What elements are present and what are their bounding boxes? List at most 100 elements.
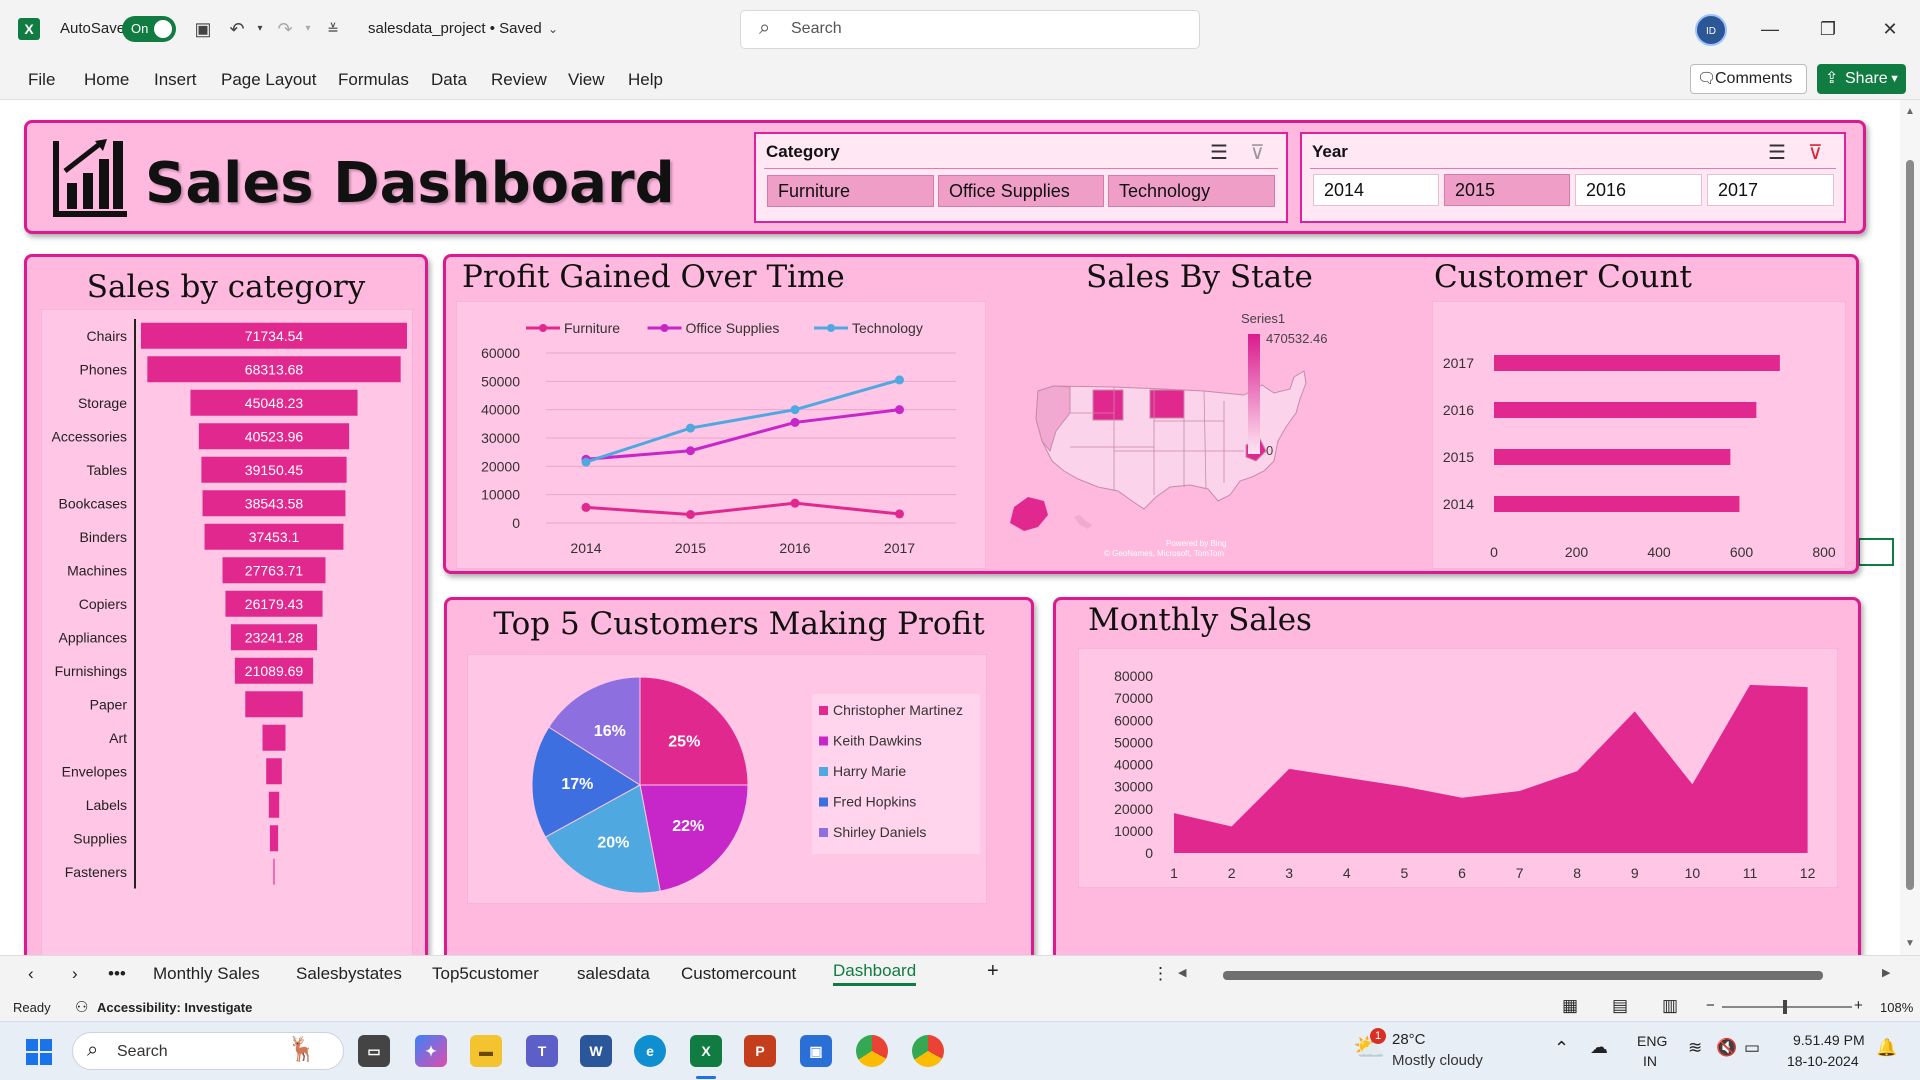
customize-toolbar-icon[interactable]: ≚	[320, 16, 346, 42]
excel-icon[interactable]: X	[690, 1035, 722, 1067]
add-sheet-icon[interactable]: +	[987, 960, 999, 983]
chrome-profile-icon[interactable]	[912, 1035, 944, 1067]
profit-over-time-chart[interactable]: 0 10000 20000 30000 40000 50000 60000 2014 2015 2…	[456, 301, 986, 569]
tab-dashboard[interactable]: Dashboard	[833, 961, 917, 986]
multi-select-icon[interactable]: ☰	[1210, 140, 1228, 165]
scroll-up-icon[interactable]: ▲	[1905, 106, 1915, 117]
close-icon[interactable]: ✕	[1870, 14, 1910, 44]
menu-data[interactable]: Data	[431, 70, 467, 90]
scroll-down-icon[interactable]: ▼	[1905, 938, 1915, 949]
page-layout-view-icon[interactable]: ▤	[1612, 996, 1628, 1016]
show-hidden-icons-icon[interactable]: ⌃	[1554, 1038, 1569, 1059]
zoom-in-icon[interactable]: +	[1854, 997, 1863, 1014]
chevron-down-icon[interactable]: ⌄	[540, 16, 566, 42]
comments-button[interactable]: 🗨 Comments	[1690, 64, 1807, 94]
sales-by-category-chart[interactable]: Chairs 71734.54 Phones 68313.68 Storage 45048…	[41, 309, 413, 999]
zoom-slider-thumb[interactable]	[1783, 1000, 1787, 1014]
taskbar-search-input[interactable]: ⌕ Search 🦌	[72, 1032, 344, 1070]
year-slicer[interactable]: Year ☰ ⊽ 2014 2015 2016 2017	[1300, 132, 1846, 223]
file-explorer-icon[interactable]: ▬	[470, 1035, 502, 1067]
scroll-thumb[interactable]	[1223, 971, 1823, 980]
clear-filter-icon[interactable]: ⊽	[1250, 140, 1265, 165]
wifi-icon[interactable]: ≋	[1688, 1038, 1702, 1058]
accessibility-status[interactable]: Accessibility: Investigate	[97, 1000, 252, 1015]
copilot-icon[interactable]: ✦	[415, 1035, 447, 1067]
menu-view[interactable]: View	[568, 70, 605, 90]
customer-count-chart[interactable]: 0 200 400 600 800 2017 2016 2015 2014	[1432, 301, 1846, 569]
tab-salesdata[interactable]: salesdata	[577, 964, 650, 984]
tab-top5customer[interactable]: Top5customer	[432, 964, 539, 984]
menu-insert[interactable]: Insert	[154, 70, 197, 90]
category-slicer[interactable]: Category ☰ ⊽ Furniture Office Supplies T…	[754, 132, 1288, 223]
vertical-scrollbar[interactable]: ▲ ▼	[1900, 100, 1920, 955]
volume-muted-icon[interactable]: 🔇	[1716, 1038, 1737, 1058]
zoom-out-icon[interactable]: −	[1706, 997, 1715, 1014]
onedrive-icon[interactable]: ☁	[1590, 1037, 1608, 1058]
menu-home[interactable]: Home	[84, 70, 129, 90]
redo-dropdown-icon[interactable]: ▾	[295, 16, 321, 42]
battery-icon[interactable]: ▭	[1744, 1038, 1760, 1058]
normal-view-icon[interactable]: ▦	[1562, 996, 1578, 1016]
tab-scroll-left-icon[interactable]: ‹	[28, 964, 34, 984]
menu-page-layout[interactable]: Page Layout	[221, 70, 316, 90]
powerpoint-icon[interactable]: P	[744, 1035, 776, 1067]
multi-select-icon[interactable]: ☰	[1768, 140, 1786, 165]
map-legend-max: 470532.46	[1266, 331, 1328, 346]
slicer-item-2014[interactable]: 2014	[1313, 174, 1439, 206]
chrome-icon[interactable]	[856, 1035, 888, 1067]
tab-monthly-sales[interactable]: Monthly Sales	[153, 964, 260, 984]
page-break-view-icon[interactable]: ▥	[1662, 996, 1678, 1016]
worksheet-area[interactable]: ▲ ▼ Sales Dashboard Category ☰ ⊽ Furnitu…	[0, 100, 1920, 1017]
autosave-toggle[interactable]: On	[122, 16, 176, 42]
minimize-icon[interactable]: —	[1750, 14, 1790, 44]
menu-review[interactable]: Review	[491, 70, 547, 90]
active-cell[interactable]	[1858, 538, 1894, 566]
clock-date[interactable]: 18-10-2024	[1787, 1053, 1859, 1069]
more-tabs-icon[interactable]: •••	[108, 964, 126, 984]
monthly-sales-chart[interactable]: 0 10000 20000 30000 40000 50000 60000 70000 8000…	[1078, 648, 1838, 888]
slicer-item-technology[interactable]: Technology	[1108, 175, 1275, 207]
top5-pie-chart[interactable]: 25% 22% 20% 17% 16% Christopher Martinez Keith…	[467, 654, 987, 904]
zoom-slider[interactable]	[1722, 1006, 1852, 1008]
tab-customercount[interactable]: Customercount	[681, 964, 796, 984]
weather-desc[interactable]: Mostly cloudy	[1392, 1052, 1483, 1069]
slicer-item-office-supplies[interactable]: Office Supplies	[938, 175, 1104, 207]
slicer-item-2017[interactable]: 2017	[1707, 174, 1834, 206]
menu-help[interactable]: Help	[628, 70, 663, 90]
slicer-item-furniture[interactable]: Furniture	[767, 175, 934, 207]
clear-filter-icon[interactable]: ⊽	[1808, 140, 1823, 165]
menu-file[interactable]: File	[28, 70, 55, 90]
save-icon[interactable]: ▣	[190, 16, 216, 42]
store-icon[interactable]: ▣	[800, 1035, 832, 1067]
menu-formulas[interactable]: Formulas	[338, 70, 409, 90]
bar	[1494, 496, 1740, 512]
task-view-icon[interactable]: ▭	[358, 1035, 390, 1067]
scroll-thumb[interactable]	[1906, 160, 1914, 890]
notification-bell-icon[interactable]: 🔔	[1876, 1038, 1897, 1058]
slicer-item-2016[interactable]: 2016	[1575, 174, 1702, 206]
avatar[interactable]: ID	[1695, 14, 1727, 46]
search-input[interactable]: ⌕ Search	[740, 10, 1200, 49]
clock-time[interactable]: 9.51.49 PM	[1793, 1032, 1865, 1048]
share-button[interactable]: ⇪ Share ▼	[1817, 64, 1906, 94]
teams-icon[interactable]: T	[526, 1035, 558, 1067]
windows-start-icon[interactable]	[26, 1039, 52, 1065]
tab-options-icon[interactable]: ⋮	[1152, 964, 1169, 984]
language-line1[interactable]: ENG	[1637, 1033, 1667, 1049]
sales-by-state-map[interactable]: Series1 470532.46 0 Powered by Bing © Ge…	[994, 301, 1394, 567]
scroll-right-icon[interactable]: ▶	[1882, 966, 1890, 979]
restore-icon[interactable]: ❐	[1808, 14, 1848, 44]
legend-label: Technology	[852, 320, 923, 336]
zoom-level[interactable]: 108%	[1880, 1000, 1913, 1015]
word-icon[interactable]: W	[580, 1035, 612, 1067]
file-name[interactable]: salesdata_project • Saved	[368, 20, 542, 37]
edge-icon[interactable]: e	[634, 1035, 666, 1067]
slicer-item-2015[interactable]: 2015	[1444, 174, 1570, 206]
weather-temp[interactable]: 28°C	[1392, 1031, 1426, 1048]
tab-scroll-right-icon[interactable]: ›	[72, 964, 78, 984]
scroll-left-icon[interactable]: ◀	[1178, 966, 1186, 979]
undo-dropdown-icon[interactable]: ▾	[247, 16, 273, 42]
tab-salesbystates[interactable]: Salesbystates	[296, 964, 402, 984]
horizontal-scrollbar[interactable]: ◀ ▶	[1178, 966, 1896, 984]
language-line2[interactable]: IN	[1643, 1053, 1657, 1069]
